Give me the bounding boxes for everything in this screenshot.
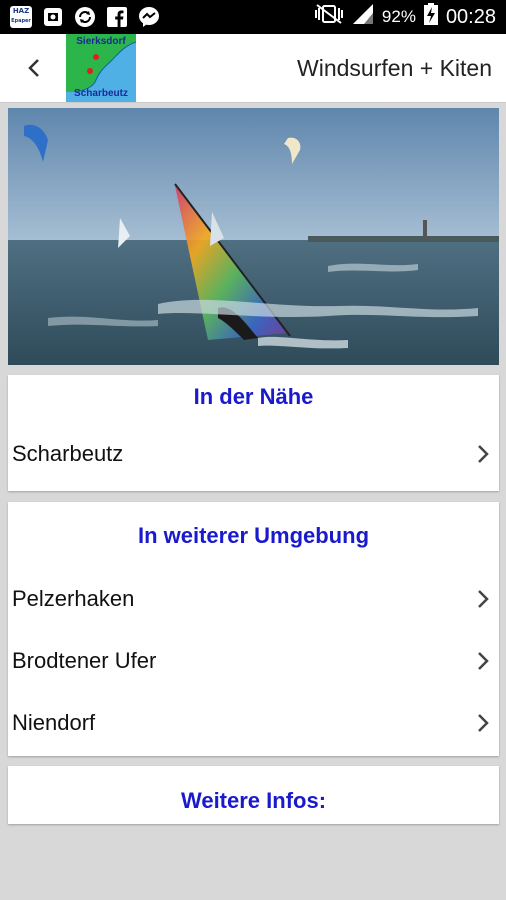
section-heading-more-info: Weitere Infos:: [180, 788, 327, 813]
hero-image: [8, 108, 499, 365]
page-title: Windsurfen + Kiten: [297, 55, 492, 81]
list-item-label: Niendorf: [12, 710, 96, 735]
battery-charging-icon: [423, 3, 438, 31]
mute-vibrate-icon: [314, 3, 344, 31]
app-logo: Sierksdorf Scharbeutz: [66, 34, 136, 102]
signal-icon: [352, 3, 374, 31]
screenshot-icon: [42, 6, 64, 28]
list-item-label: Brodtener Ufer: [12, 648, 157, 673]
list-item-label: Pelzerhaken: [12, 586, 135, 611]
list-item-brodtener-ufer[interactable]: Brodtener Ufer: [8, 630, 499, 692]
logo-bottom-text: Scharbeutz: [74, 88, 128, 99]
battery-percent: 92%: [381, 7, 416, 26]
clock: 00:28: [445, 5, 496, 28]
messenger-icon: [138, 6, 160, 28]
list-item-pelzerhaken[interactable]: Pelzerhaken: [8, 568, 499, 630]
haz-app-icon: HAZ Epaper: [10, 6, 32, 28]
chevron-left-icon: [28, 59, 39, 77]
card-nearby: In der Nähe Scharbeutz: [8, 375, 499, 491]
status-bar: HAZ Epaper 92% 00:28: [0, 0, 506, 34]
app-bar: Sierksdorf Scharbeutz Windsurfen + Kiten: [0, 34, 506, 103]
section-heading-nearby: In der Nähe: [193, 384, 314, 409]
section-heading-surroundings: In weiterer Umgebung: [137, 523, 370, 548]
logo-top-text: Sierksdorf: [76, 36, 126, 47]
haz-sublabel: Epaper: [11, 18, 31, 24]
sync-icon: [74, 6, 96, 28]
haz-label: HAZ: [12, 7, 30, 15]
card-surroundings: In weiterer Umgebung Pelzerhaken Brodten…: [8, 502, 499, 756]
facebook-icon: [106, 6, 128, 28]
list-item-label: Scharbeutz: [12, 441, 124, 466]
chevron-right-icon: [478, 590, 489, 608]
chevron-right-icon: [478, 445, 489, 463]
chevron-right-icon: [478, 652, 489, 670]
chevron-right-icon: [478, 714, 489, 732]
back-button[interactable]: [14, 48, 54, 88]
list-item-niendorf[interactable]: Niendorf: [8, 692, 499, 754]
list-item-scharbeutz[interactable]: Scharbeutz: [8, 423, 499, 485]
card-more-info: Weitere Infos:: [8, 766, 499, 824]
